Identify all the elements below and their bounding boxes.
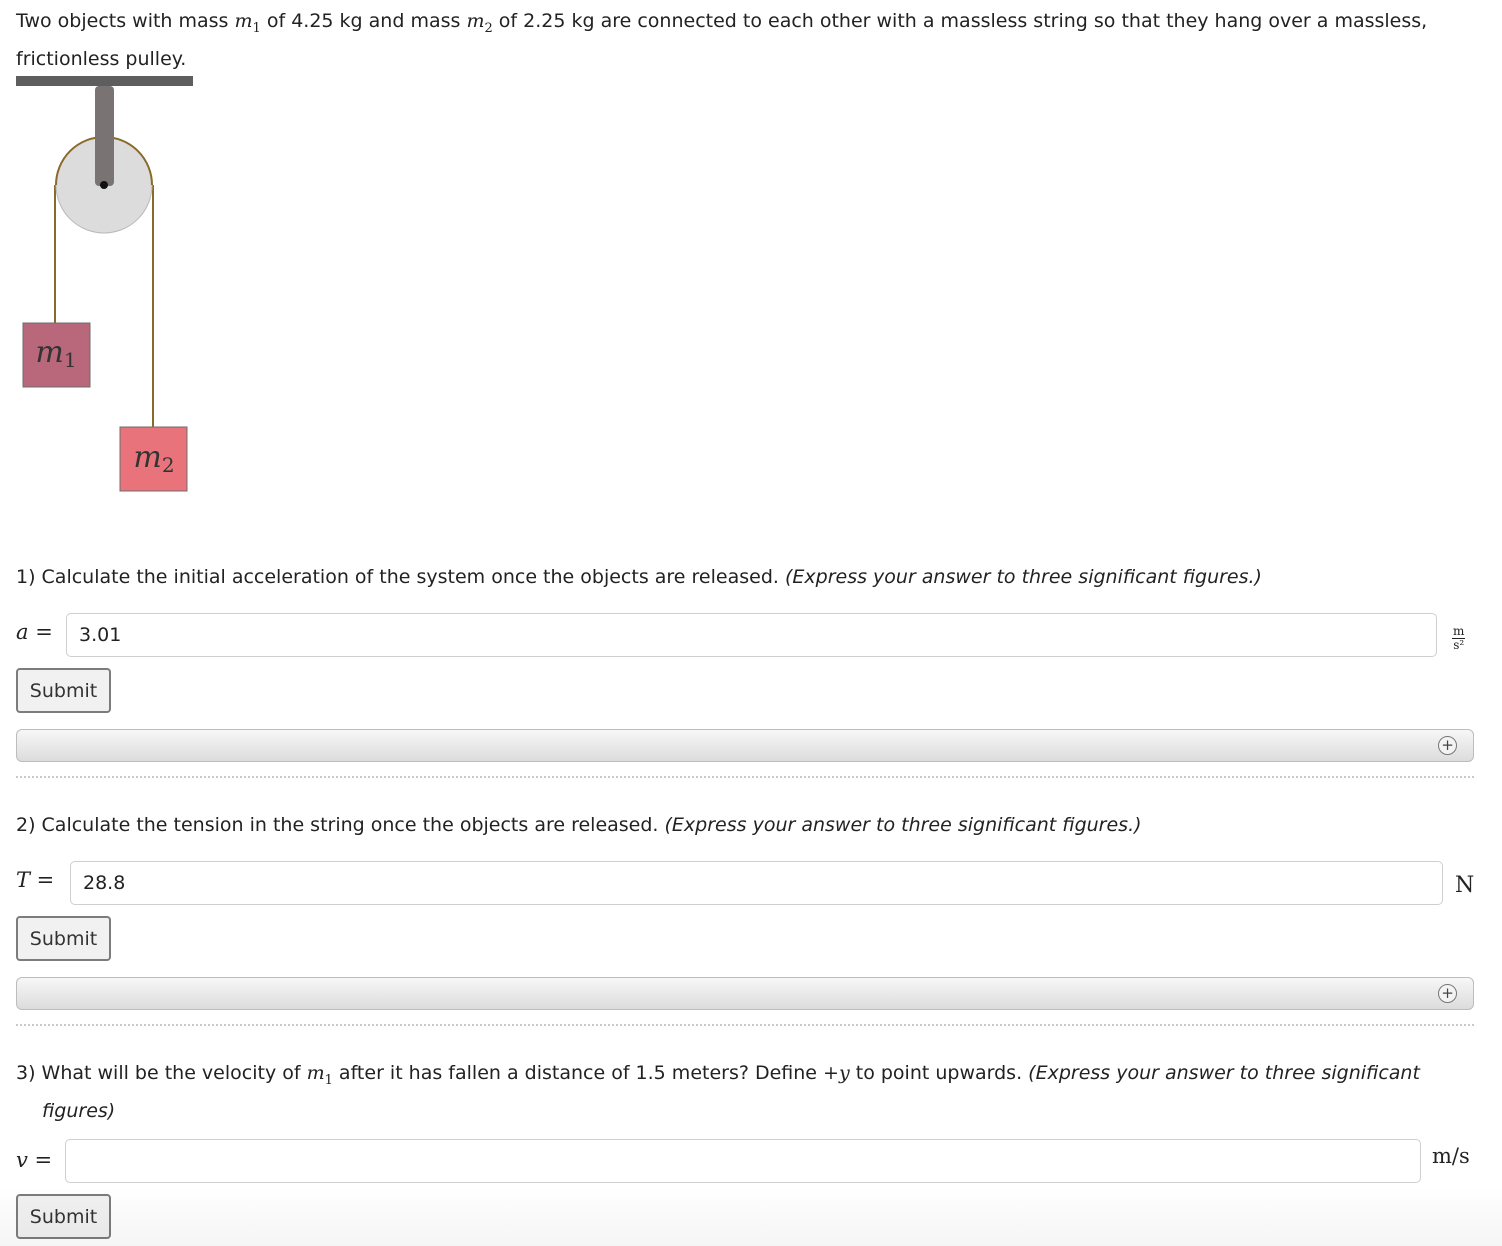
m1-symbol: m1 [306, 1062, 333, 1088]
tension-unit: N [1455, 873, 1475, 898]
tension-variable-label: T = [16, 868, 55, 892]
question-2-hint: (Express your answer to three significan… [664, 814, 1142, 836]
acceleration-input[interactable] [66, 613, 1437, 657]
acceleration-variable-label: a = [16, 620, 53, 644]
plus-icon[interactable]: + [1438, 984, 1457, 1003]
plus-icon[interactable]: + [1438, 736, 1457, 755]
velocity-unit: m/s [1432, 1144, 1470, 1168]
ceiling-bar [16, 76, 193, 86]
feedback-bar-q1[interactable]: + [16, 729, 1474, 762]
question-2: 2) Calculate the tension in the string o… [16, 810, 1142, 841]
question-3-text-start: 3) What will be the velocity of [16, 1062, 307, 1084]
direction-symbol: +y [823, 1062, 850, 1084]
divider [16, 1024, 1474, 1026]
submit-button-q3[interactable]: Submit [16, 1194, 111, 1239]
problem-statement: Two objects with mass m1 of 4.25 kg and … [16, 6, 1456, 74]
velocity-input[interactable] [65, 1139, 1421, 1183]
m2-symbol: m2 [466, 10, 493, 36]
acceleration-unit: m s² [1452, 624, 1466, 652]
submit-button-q2[interactable]: Submit [16, 916, 111, 961]
m1-symbol: m1 [234, 10, 261, 36]
pulley-rod [95, 86, 114, 186]
velocity-variable-label: v = [16, 1148, 53, 1172]
question-3-text-end: to point upwards. [849, 1062, 1023, 1084]
pulley-diagram: m1 m2 [16, 76, 193, 492]
unit-denominator: s² [1453, 638, 1465, 652]
tension-input[interactable] [70, 861, 1443, 905]
pulley-axle [100, 181, 108, 189]
question-2-text: 2) Calculate the tension in the string o… [16, 814, 659, 836]
intro-text-start: Two objects with mass [16, 10, 235, 32]
question-3-text-middle: after it has fallen a distance of 1.5 me… [332, 1062, 824, 1084]
submit-button-q1[interactable]: Submit [16, 668, 111, 713]
divider [16, 776, 1474, 778]
question-1-hint: (Express your answer to three significan… [784, 566, 1262, 588]
question-3: 3) What will be the velocity of m1 after… [16, 1058, 1442, 1127]
question-1: 1) Calculate the initial acceleration of… [16, 562, 1262, 593]
unit-numerator: m [1452, 624, 1466, 639]
intro-text-middle: of 4.25 kg and mass [260, 10, 467, 32]
feedback-bar-q2[interactable]: + [16, 977, 1474, 1010]
bottom-fade [0, 1186, 1502, 1246]
question-1-text: 1) Calculate the initial acceleration of… [16, 566, 779, 588]
